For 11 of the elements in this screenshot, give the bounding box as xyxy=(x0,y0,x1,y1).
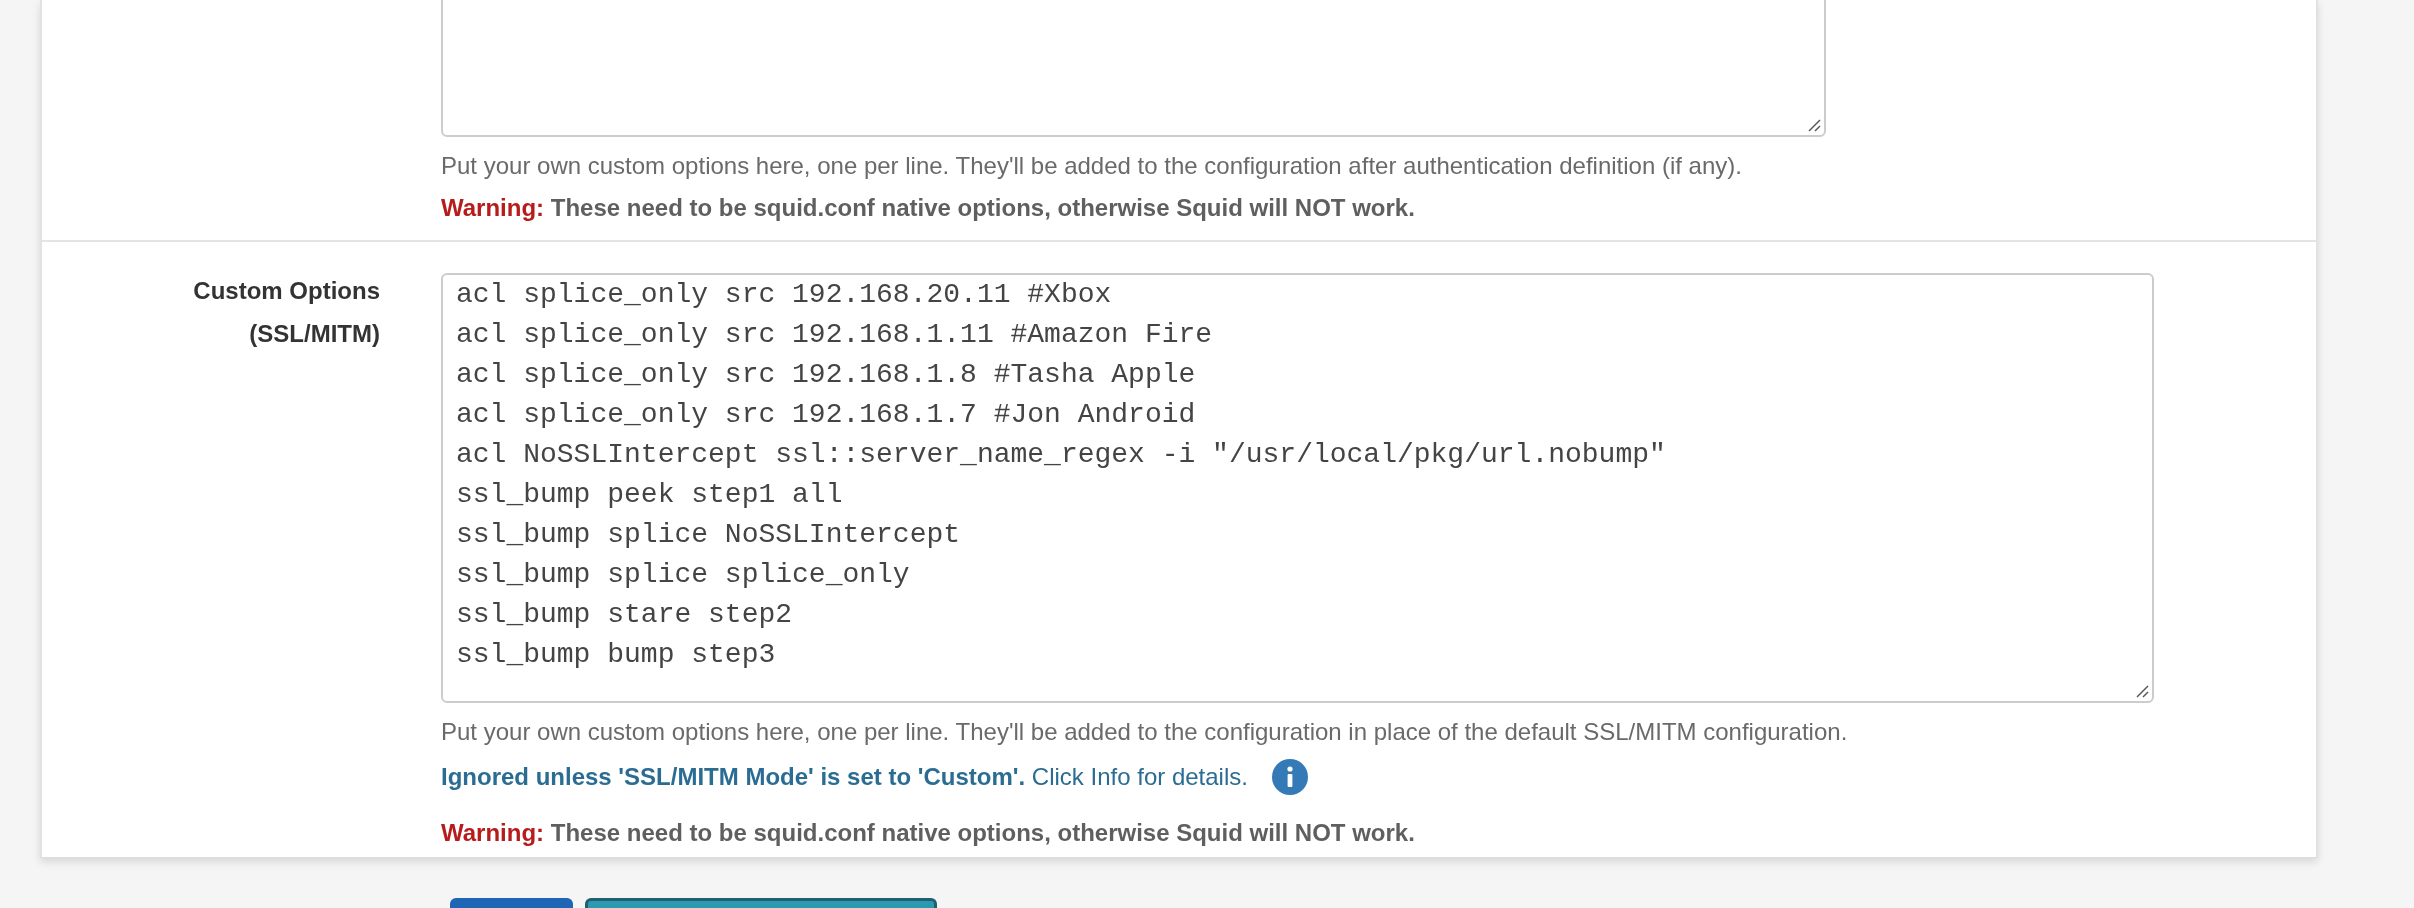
resize-grip-icon[interactable] xyxy=(1807,118,1821,132)
help-text: Put your own custom options here, one per line. They'll be added to the configuration after authentication definition (if any). xyxy=(441,151,1743,181)
resize-grip-icon[interactable] xyxy=(2135,684,2149,698)
field-label: Custom Options (SSL/MITM) xyxy=(192,276,380,349)
warning-text: Warning: These need to be squid.conf native options, otherwise Squid will NOT work. xyxy=(441,193,1416,223)
custom-options-field[interactable] xyxy=(441,0,1826,137)
ssl-custom-options-field[interactable]: acl splice_only src 192.168.20.11 #Xbox acl splice_only src 192.168.1.11 #Amazon Fire acl splice_only src 192.168.1.8 #Tasha Apple acl splice_only src 192.168.1.7 #Jon Android acl NoSSLIntercept ssl::server_name_regex -i "/usr/local/pkg/url.nobump" ssl_bump peek step1 all ssl_bump splice NoSSLIntercept ssl_bump splice splice_only ssl_bump stare step2 ssl_bump bump step3 xyxy=(441,273,2154,703)
help-text: Put your own custom options here, one per line. They'll be added to the configuration in place of the default SSL/MITM configuration. xyxy=(441,717,1849,747)
info-note: Ignored unless 'SSL/MITM Mode' is set to 'Custom'. Click Info for details. xyxy=(441,762,1248,792)
warning-text: Warning: These need to be squid.conf native options, otherwise Squid will NOT work. xyxy=(441,818,1416,848)
info-icon[interactable] xyxy=(1271,759,1308,795)
